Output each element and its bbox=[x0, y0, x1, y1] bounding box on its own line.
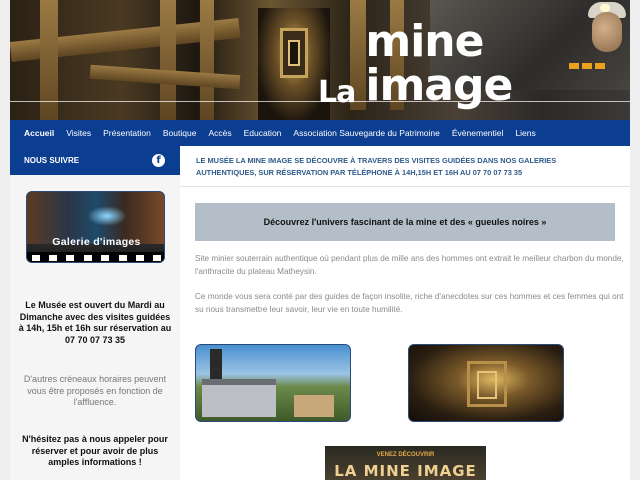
wooden-post bbox=[40, 0, 58, 120]
nav-item-acces[interactable]: Accès bbox=[202, 120, 237, 146]
main-nav: Accueil Visites Présentation Boutique Ac… bbox=[10, 120, 630, 146]
gallery-label: Galerie d'images bbox=[52, 236, 141, 248]
poster-subtitle: VENEZ DÉCOUVRIR bbox=[376, 452, 435, 458]
gallery-glow bbox=[87, 206, 127, 226]
tunnel-frame bbox=[477, 371, 497, 399]
divider bbox=[180, 186, 630, 187]
nav-item-accueil[interactable]: Accueil bbox=[18, 120, 60, 146]
nav-item-liens[interactable]: Liens bbox=[509, 120, 541, 146]
gallery-link[interactable]: Galerie d'images bbox=[26, 191, 165, 263]
nav-item-boutique[interactable]: Boutique bbox=[157, 120, 203, 146]
house bbox=[294, 395, 334, 417]
description-paragraph-1: Site minier souterrain authentique où pe… bbox=[195, 254, 624, 276]
header-banner: La mine image bbox=[10, 0, 630, 120]
poster-title: LA MINE IMAGE bbox=[334, 462, 477, 480]
logo-dots bbox=[569, 63, 605, 69]
sidebar: NOUS SUIVRE f Galerie d'images Le Musée … bbox=[10, 146, 180, 480]
call-to-book-text: N'hésitez pas à nous appeler pour réserv… bbox=[22, 434, 168, 467]
highlight-text: Découvrez l'univers fascinant de la mine… bbox=[263, 217, 547, 227]
mine-gallery-photo[interactable] bbox=[408, 344, 564, 422]
nav-item-education[interactable]: Education bbox=[238, 120, 288, 146]
museum-building bbox=[202, 385, 276, 417]
page: La mine image Accueil Visites Présentati… bbox=[10, 0, 630, 480]
mine-site-photo[interactable] bbox=[195, 344, 351, 422]
nav-item-evenementiel[interactable]: Évènementiel bbox=[446, 120, 510, 146]
film-strip bbox=[27, 252, 164, 262]
wooden-post bbox=[160, 0, 176, 120]
highlight-box: Découvrez l'univers fascinant de la mine… bbox=[195, 203, 615, 241]
helmet-lamp-icon bbox=[600, 4, 610, 12]
promo-poster[interactable]: VENEZ DÉCOUVRIR LA MINE IMAGE bbox=[325, 446, 486, 480]
site-logo[interactable]: La mine image bbox=[318, 20, 630, 110]
nav-item-association[interactable]: Association Sauvegarde du Patrimoine bbox=[287, 120, 445, 146]
tunnel-frame bbox=[288, 40, 300, 66]
follow-bar: NOUS SUIVRE f bbox=[10, 146, 180, 175]
wooden-post bbox=[200, 0, 214, 120]
nav-item-visites[interactable]: Visites bbox=[60, 120, 97, 146]
facebook-icon[interactable]: f bbox=[152, 154, 165, 167]
nav-item-presentation[interactable]: Présentation bbox=[97, 120, 157, 146]
opening-hours-text: Le Musée est ouvert du Mardi au Dimanche… bbox=[18, 300, 172, 345]
logo-prefix: La bbox=[318, 75, 356, 110]
other-slots-text: D'autres créneaux horaires peuvent vous … bbox=[23, 374, 167, 407]
intro-text: Le Musée La Mine Image se découvre à tra… bbox=[196, 156, 557, 177]
follow-label: NOUS SUIVRE bbox=[24, 156, 80, 165]
description-paragraph-2: Ce monde vous sera conté par des guides … bbox=[195, 292, 624, 314]
